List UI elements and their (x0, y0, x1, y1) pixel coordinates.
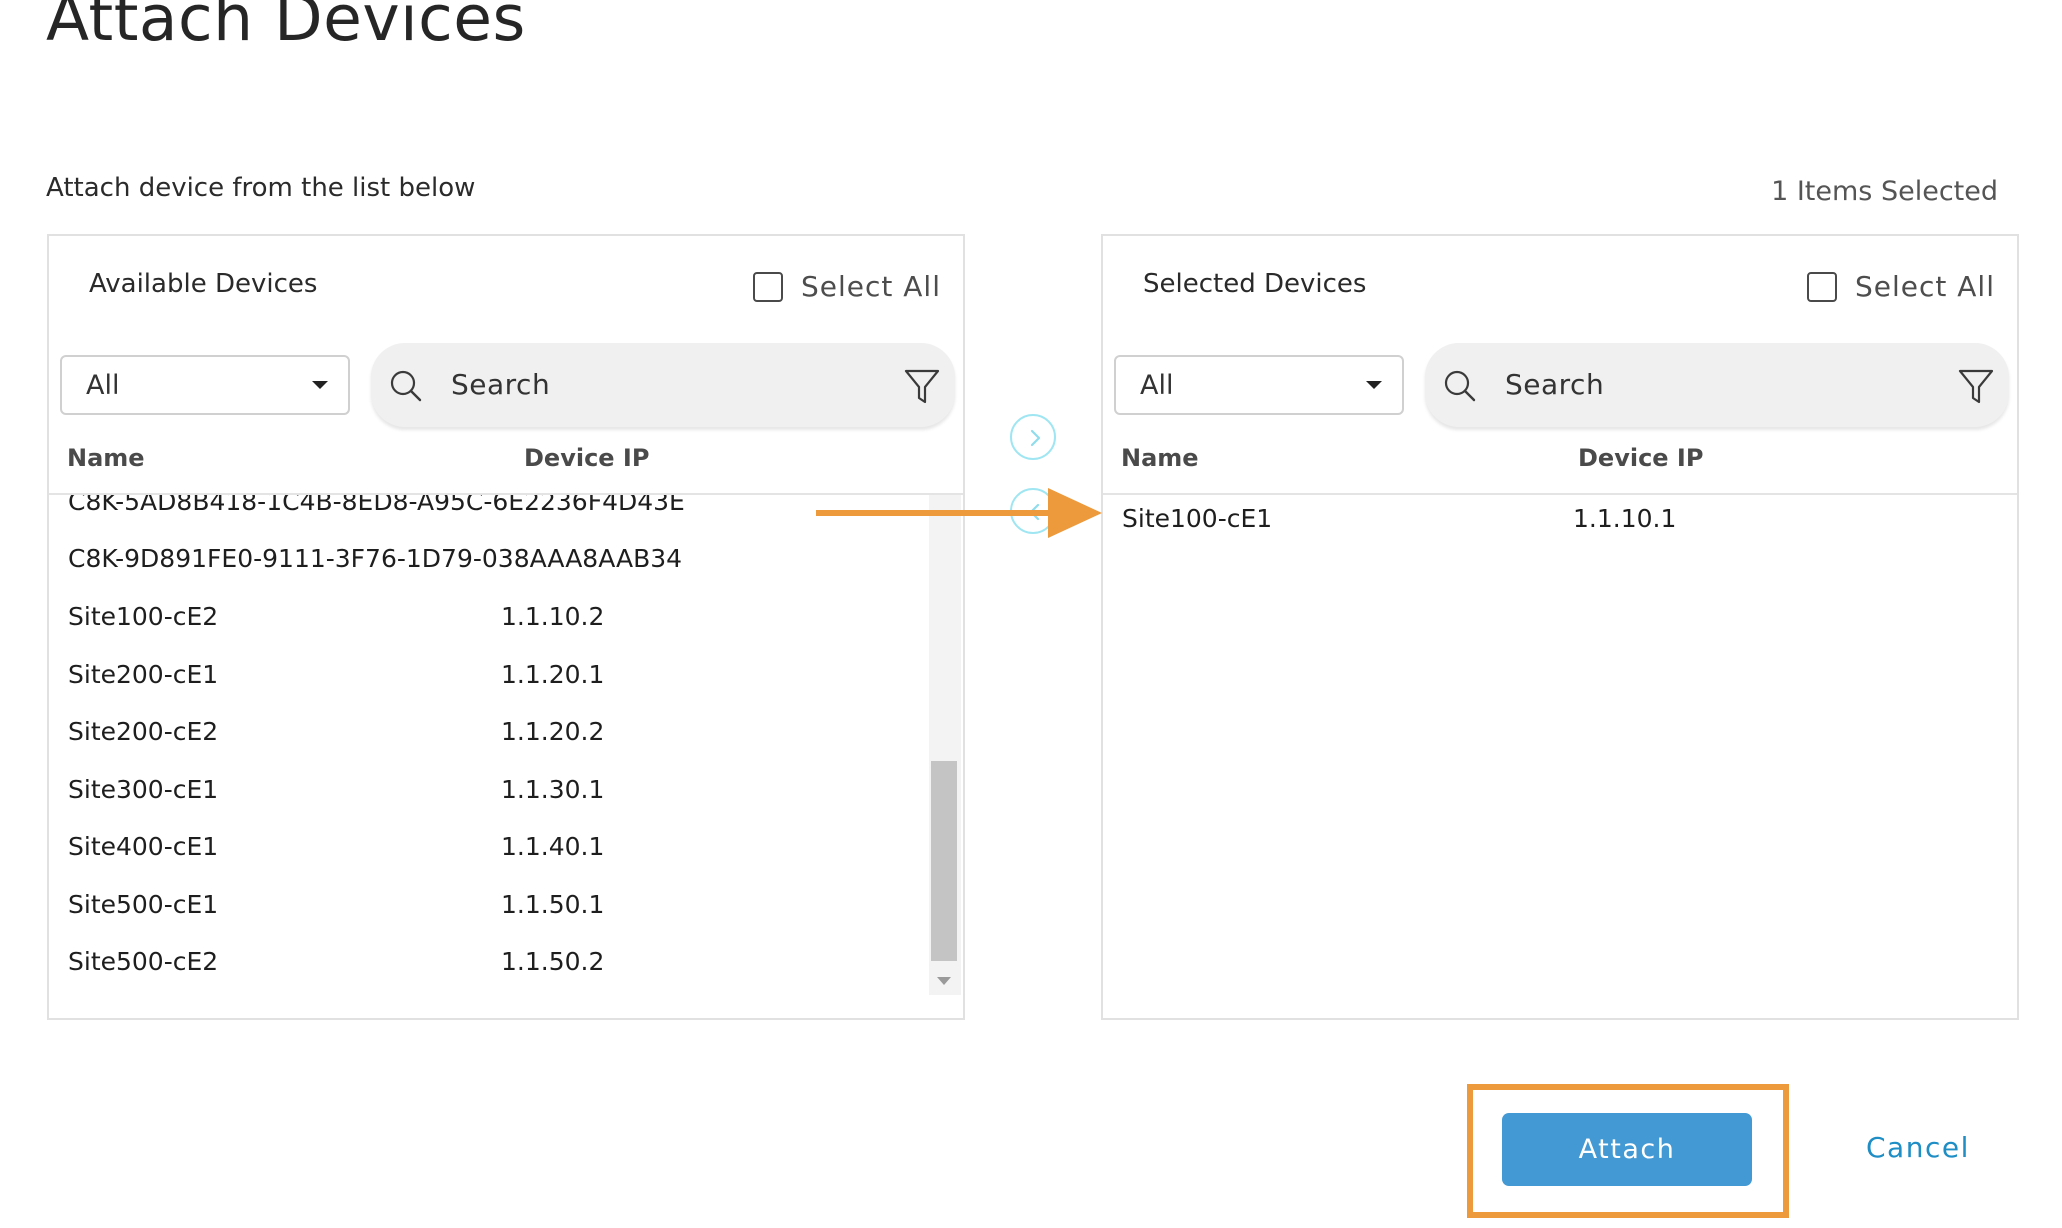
device-name: Site400-cE1 (68, 832, 219, 861)
device-name: Site100-cE1 (1122, 504, 1273, 533)
caret-down-icon (312, 381, 328, 389)
available-devices-panel: Available Devices Select All All Search … (47, 234, 965, 1020)
device-ip: 1.1.50.1 (501, 890, 605, 919)
table-row[interactable]: Site500-cE2 1.1.50.2 (49, 947, 929, 987)
annotation-arrow-icon (816, 488, 1102, 538)
available-column-name[interactable]: Name (67, 444, 145, 472)
available-filter-dropdown[interactable]: All (60, 355, 350, 415)
device-name: Site500-cE2 (68, 947, 219, 976)
selected-search-input[interactable]: Search (1425, 343, 2009, 427)
table-row[interactable]: Site200-cE2 1.1.20.2 (49, 717, 929, 757)
selected-select-all-label: Select All (1855, 270, 1995, 303)
available-filter-value: All (86, 369, 120, 401)
filter-icon[interactable] (1957, 367, 1995, 407)
device-ip: 1.1.10.1 (1573, 504, 1677, 533)
table-row[interactable]: Site300-cE1 1.1.30.1 (49, 775, 929, 815)
move-right-button[interactable] (1010, 414, 1056, 460)
table-row[interactable]: Site400-cE1 1.1.40.1 (49, 832, 929, 872)
device-ip: 1.1.20.1 (501, 660, 605, 689)
device-name: C8K-5AD8B418-1C4B-8ED8-A95C-6E2236F4D43E (68, 495, 685, 516)
device-ip: 1.1.50.2 (501, 947, 605, 976)
device-ip: 1.1.10.2 (501, 602, 605, 631)
table-row[interactable]: C8K-5AD8B418-1C4B-8ED8-A95C-6E2236F4D43E (49, 495, 929, 527)
device-name: Site100-cE2 (68, 602, 219, 631)
selected-devices-panel: Selected Devices Select All All Search N… (1101, 234, 2019, 1020)
table-row[interactable]: Site100-cE1 1.1.10.1 (1103, 504, 2013, 544)
selected-filter-dropdown[interactable]: All (1114, 355, 1404, 415)
device-name: Site200-cE1 (68, 660, 219, 689)
device-ip: 1.1.40.1 (501, 832, 605, 861)
available-search-input[interactable]: Search (371, 343, 955, 427)
selected-column-name[interactable]: Name (1121, 444, 1199, 472)
scroll-down-arrow-icon[interactable] (937, 977, 951, 985)
device-name: Site200-cE2 (68, 717, 219, 746)
chevron-right-icon (1030, 429, 1041, 447)
table-row[interactable]: C8K-9D891FE0-9111-3F76-1D79-038AAA8AAB34 (49, 544, 929, 584)
available-select-all-checkbox[interactable] (753, 271, 783, 302)
selected-select-all-checkbox[interactable] (1807, 271, 1837, 302)
caret-down-icon (1366, 381, 1382, 389)
page-title: Attach Devices (46, 0, 526, 55)
selected-devices-list: Site100-cE1 1.1.10.1 (1103, 495, 2013, 1020)
available-devices-list: C8K-5AD8B418-1C4B-8ED8-A95C-6E2236F4D43E… (49, 495, 929, 1020)
available-search-placeholder: Search (451, 368, 551, 401)
selected-count: 1 Items Selected (1771, 176, 1998, 207)
table-row[interactable]: Site200-cE1 1.1.20.1 (49, 660, 929, 700)
device-name: Site300-cE1 (68, 775, 219, 804)
selected-filter-value: All (1140, 369, 1174, 401)
search-icon (390, 370, 422, 402)
table-row[interactable]: Site100-cE2 1.1.10.2 (49, 602, 929, 642)
cancel-button[interactable]: Cancel (1866, 1131, 1970, 1164)
attach-button[interactable]: Attach (1502, 1113, 1752, 1186)
selected-devices-title: Selected Devices (1143, 269, 1367, 299)
available-column-device-ip[interactable]: Device IP (524, 444, 649, 472)
device-ip: 1.1.20.2 (501, 717, 605, 746)
scrollbar-thumb[interactable] (931, 761, 957, 961)
device-name: C8K-9D891FE0-9111-3F76-1D79-038AAA8AAB34 (68, 544, 683, 573)
device-ip: 1.1.30.1 (501, 775, 605, 804)
selected-search-placeholder: Search (1505, 368, 1605, 401)
selected-column-device-ip[interactable]: Device IP (1578, 444, 1703, 472)
available-select-all[interactable]: Select All (753, 270, 941, 303)
available-list-scrollbar[interactable] (929, 495, 961, 995)
available-select-all-label: Select All (801, 270, 941, 303)
selected-select-all[interactable]: Select All (1807, 270, 1995, 303)
device-name: Site500-cE1 (68, 890, 219, 919)
search-icon (1444, 370, 1476, 402)
filter-icon[interactable] (903, 367, 941, 407)
instruction-text: Attach device from the list below (46, 173, 476, 203)
table-row[interactable]: Site500-cE1 1.1.50.1 (49, 890, 929, 930)
available-devices-title: Available Devices (89, 269, 318, 299)
